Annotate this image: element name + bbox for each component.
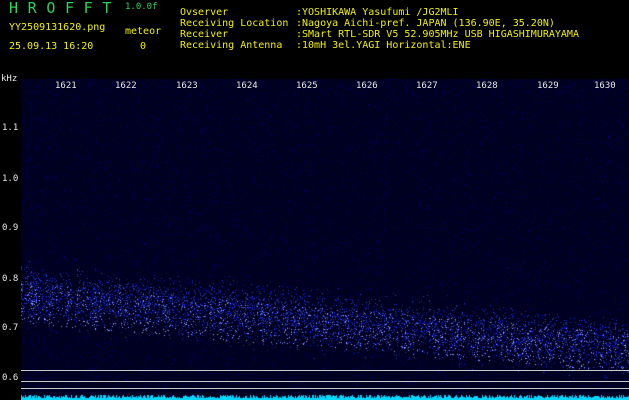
x-tick: 1621 — [55, 81, 77, 91]
meteor-label: meteor — [125, 26, 162, 37]
x-tick: 1622 — [115, 81, 137, 91]
y-tick: 0.7 — [2, 323, 19, 333]
meteor-count: 0 — [140, 41, 147, 52]
x-tick: 1628 — [476, 81, 498, 91]
info-label-receiver: Receiver — [180, 29, 229, 40]
waterfall-spectrogram — [21, 79, 629, 400]
y-tick: 1.0 — [2, 174, 19, 184]
marker-line — [21, 388, 629, 389]
info-label-antenna: Receiving Antenna — [180, 40, 283, 51]
app-version: 1.0.0f — [125, 2, 158, 12]
marker-line — [21, 381, 629, 382]
info-value-observer: :YOSHIKAWA Yasufumi /JG2MLI — [296, 7, 459, 18]
x-tick: 1624 — [236, 81, 258, 91]
info-value-antenna: :10mH 3el.YAGI Horizontal:ENE — [296, 40, 471, 51]
info-value-location: :Nagoya Aichi-pref. JAPAN (136.90E, 35.2… — [296, 18, 555, 29]
timestamp: 25.09.13 16:20 — [9, 41, 94, 52]
x-tick: 1623 — [176, 81, 198, 91]
file-name: YY2509131620.png — [9, 22, 106, 33]
x-tick: 1625 — [296, 81, 318, 91]
y-tick: 0.8 — [2, 274, 19, 284]
app-brand: H R O F F T — [9, 0, 112, 17]
spectrogram-canvas — [21, 79, 629, 400]
x-tick: 1629 — [537, 81, 559, 91]
hroft-viewer: { "header": { "brand": "H R O F F T", "v… — [0, 0, 629, 400]
y-tick: 0.6 — [2, 373, 19, 383]
marker-line — [21, 370, 629, 371]
x-tick: 1630 — [594, 81, 616, 91]
y-axis-unit: kHz — [1, 74, 18, 84]
y-tick: 0.9 — [2, 223, 19, 233]
info-label-observer: Ovserver — [180, 7, 229, 18]
info-label-location: Receiving Location — [180, 18, 289, 29]
x-tick: 1627 — [416, 81, 438, 91]
x-tick: 1626 — [356, 81, 378, 91]
y-tick: 1.1 — [2, 123, 19, 133]
info-value-receiver: :SMart RTL-SDR V5 52.905MHz USB HIGASHIM… — [296, 29, 579, 40]
